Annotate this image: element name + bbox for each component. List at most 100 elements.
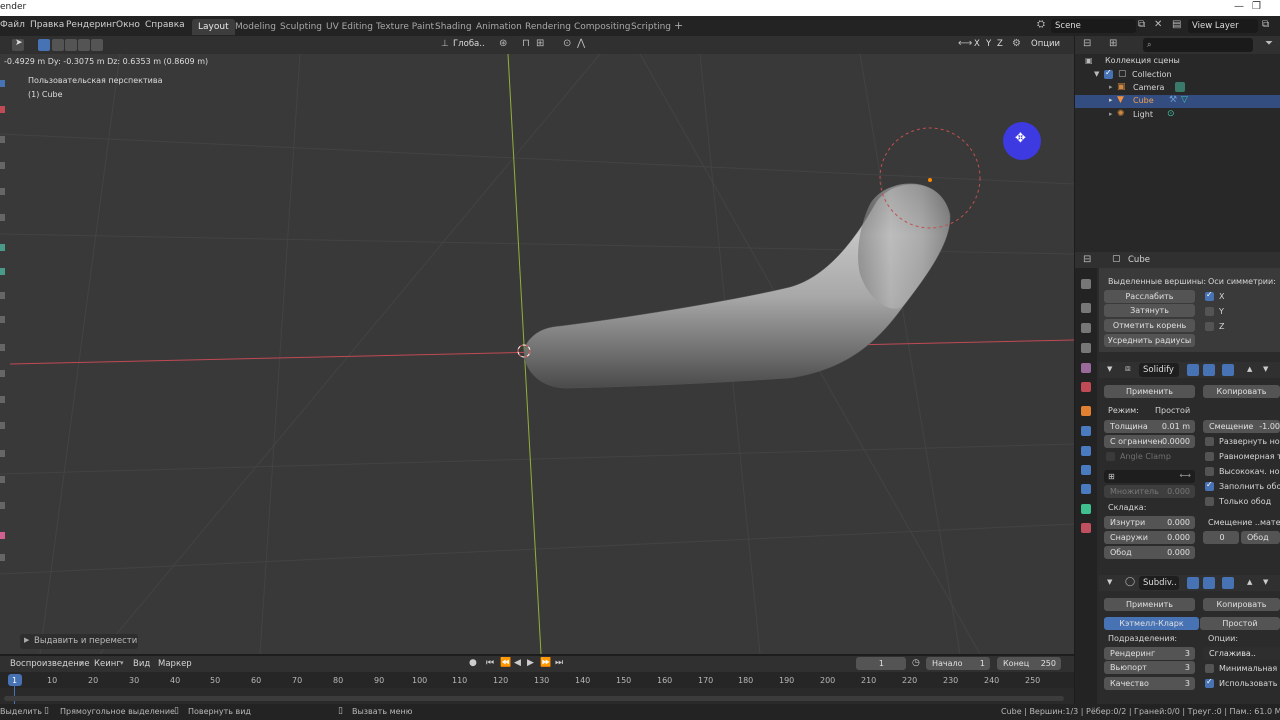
timeline-scrollbar[interactable] <box>4 696 1064 701</box>
view-menu[interactable]: Вид <box>133 659 150 669</box>
filter-icon[interactable]: ⏷ <box>1265 38 1273 49</box>
material-tab-icon[interactable] <box>1081 523 1091 533</box>
equalize-radii-button[interactable]: Усреднить радиусы <box>1104 334 1195 347</box>
expand-icon[interactable]: ▸ <box>1109 96 1113 104</box>
next-keyframe-icon[interactable]: ⏩ <box>540 658 551 668</box>
collapse-icon[interactable]: ▼ <box>1094 70 1099 78</box>
solidify-modifier-header[interactable]: ▼ ⧈ Solidify ▲ ▼ <box>1099 362 1280 378</box>
falloff-icon[interactable]: ⋀ <box>577 38 585 49</box>
menu-edit[interactable]: Правка <box>30 20 64 30</box>
clamp-field[interactable]: С ограничен 0.0000 <box>1104 435 1195 448</box>
prev-keyframe-icon[interactable]: ⏪ <box>500 658 511 668</box>
solidify-name-field[interactable]: Solidify <box>1139 363 1179 377</box>
subdivision-name-field[interactable]: Subdiv.. <box>1139 576 1179 590</box>
move-up-icon[interactable]: ▲ <box>1247 578 1252 586</box>
marker-menu[interactable]: Маркер <box>158 659 192 669</box>
physics-tab-icon[interactable] <box>1081 465 1091 475</box>
mirror-x-toggle[interactable]: X <box>974 39 980 49</box>
tool-spin-icon[interactable] <box>0 450 5 457</box>
outliner-item-cube[interactable]: ▸ ▼ Cube ⚒ ▽ <box>1075 95 1280 108</box>
expand-icon[interactable]: ▸ <box>1109 83 1113 91</box>
render-levels-field[interactable]: Рендеринг 3 <box>1104 647 1195 660</box>
subdivision-apply-button[interactable]: Применить <box>1104 598 1195 611</box>
flip-normals-checkbox[interactable] <box>1205 437 1214 446</box>
mirror-y-toggle[interactable]: Y <box>986 39 991 49</box>
last-operator-panel[interactable]: ▶ Выдавить и перемести <box>20 634 138 649</box>
navigation-gizmo[interactable]: ✥ <box>1003 122 1041 160</box>
options-dropdown[interactable]: Опции <box>1031 39 1060 49</box>
minimal-checkbox[interactable] <box>1205 664 1214 673</box>
move-down-icon[interactable]: ▼ <box>1263 578 1268 586</box>
snap-icon[interactable]: ⊓ <box>522 38 530 49</box>
menu-file[interactable]: Файл <box>0 20 25 30</box>
expand-icon[interactable]: ▸ <box>1109 110 1113 118</box>
display-mode-icon[interactable]: ⊞ <box>1109 38 1117 49</box>
proportional-edit-icon[interactable]: ⊙ <box>563 38 571 49</box>
show-in-render-icon[interactable] <box>1187 364 1199 376</box>
keying-menu[interactable]: Кеинг <box>94 659 121 669</box>
subdivision-modifier-header[interactable]: ▼ ◯ Subdiv.. ▲ ▼ <box>1099 575 1280 591</box>
playback-menu[interactable]: Воспроизведение <box>10 659 90 669</box>
menu-render[interactable]: Рендеринг <box>66 20 117 30</box>
clock-icon[interactable]: ◷ <box>912 658 920 668</box>
object-tab-icon[interactable] <box>1081 406 1091 416</box>
tool-scale-icon[interactable] <box>0 188 5 195</box>
record-icon[interactable]: ● <box>469 658 477 668</box>
play-icon[interactable]: ▶ <box>527 658 534 668</box>
modifier-tab-icon[interactable] <box>1081 426 1091 436</box>
jump-end-icon[interactable]: ⏭ <box>555 658 563 668</box>
fill-rim-checkbox[interactable] <box>1205 480 1214 491</box>
wrench-icon[interactable]: ⚙ <box>1012 38 1021 49</box>
tool-cursor-icon[interactable] <box>0 106 5 113</box>
uv-smooth-dropdown[interactable]: Сглажива.. <box>1203 647 1280 660</box>
select-extend-icon[interactable] <box>52 39 64 51</box>
frame-end-field[interactable]: Конец 250 <box>997 657 1061 670</box>
tool-inset-icon[interactable] <box>0 316 5 323</box>
factor-field[interactable]: Множитель 0.000 <box>1104 485 1195 498</box>
material-rim-field[interactable]: Обод <box>1241 531 1280 544</box>
output-tab-icon[interactable] <box>1081 323 1091 333</box>
use-creases-checkbox[interactable] <box>1205 677 1214 688</box>
render-tab-icon[interactable] <box>1081 303 1091 313</box>
minimize-icon[interactable]: — <box>1234 1 1244 12</box>
tool-shear-icon[interactable] <box>0 554 5 561</box>
data-tab-icon[interactable] <box>1081 504 1091 514</box>
menu-help[interactable]: Справка <box>145 20 185 30</box>
remove-scene-icon[interactable]: ✕ <box>1154 19 1162 30</box>
move-up-icon[interactable]: ▲ <box>1247 365 1252 373</box>
pivot-icon[interactable]: ⊛ <box>499 38 507 49</box>
transform-orientation-dropdown[interactable]: Глоба.. <box>453 39 485 49</box>
outliner-item-light[interactable]: ▸ ✺ Light ⊙ <box>1075 109 1280 122</box>
collapse-icon[interactable]: ▼ <box>1107 578 1112 586</box>
crease-inner-field[interactable]: Изнутри 0.000 <box>1104 516 1195 529</box>
angle-clamp-checkbox[interactable] <box>1106 452 1115 461</box>
snap-target-icon[interactable]: ⊞ <box>536 38 544 49</box>
mirror-icon[interactable]: ⟷ <box>958 38 972 49</box>
solidify-copy-button[interactable]: Копировать <box>1203 385 1280 398</box>
show-in-editmode-icon[interactable] <box>1222 577 1234 589</box>
outliner-search[interactable]: ⌕ <box>1143 38 1253 52</box>
mirror-z-toggle[interactable]: Z <box>997 39 1003 49</box>
scene-selector[interactable]: Scene <box>1051 19 1136 33</box>
subdivision-copy-button[interactable]: Копировать <box>1203 598 1280 611</box>
tool-knife-icon[interactable] <box>0 396 5 403</box>
particles-tab-icon[interactable] <box>1081 446 1091 456</box>
offset-field[interactable]: Смещение -1.00 <box>1203 420 1280 433</box>
tool-annotate-icon[interactable] <box>0 244 5 251</box>
tool-extrude-icon[interactable] <box>0 292 5 299</box>
high-quality-normals-checkbox[interactable] <box>1205 467 1214 476</box>
catmull-clark-button[interactable]: Кэтмелл-Кларк <box>1104 617 1199 630</box>
tool-measure-icon[interactable] <box>0 268 5 275</box>
tool-bevel-icon[interactable] <box>0 344 5 351</box>
select-tool-icon[interactable]: ➤ <box>12 38 24 51</box>
symmetry-z-checkbox[interactable] <box>1205 322 1214 331</box>
tool-tab-icon[interactable] <box>1081 279 1091 289</box>
invert-icon[interactable]: ⟷ <box>1180 471 1191 480</box>
crease-rim-field[interactable]: Обод 0.000 <box>1104 546 1195 559</box>
move-down-icon[interactable]: ▼ <box>1263 365 1268 373</box>
solidify-mode-dropdown[interactable]: Простой <box>1155 406 1190 415</box>
tool-select-icon[interactable] <box>0 80 5 87</box>
editor-type-icon[interactable]: ⊟ <box>1083 38 1091 49</box>
tool-shrink-icon[interactable] <box>0 532 5 539</box>
add-workspace-button[interactable]: + <box>668 19 689 35</box>
